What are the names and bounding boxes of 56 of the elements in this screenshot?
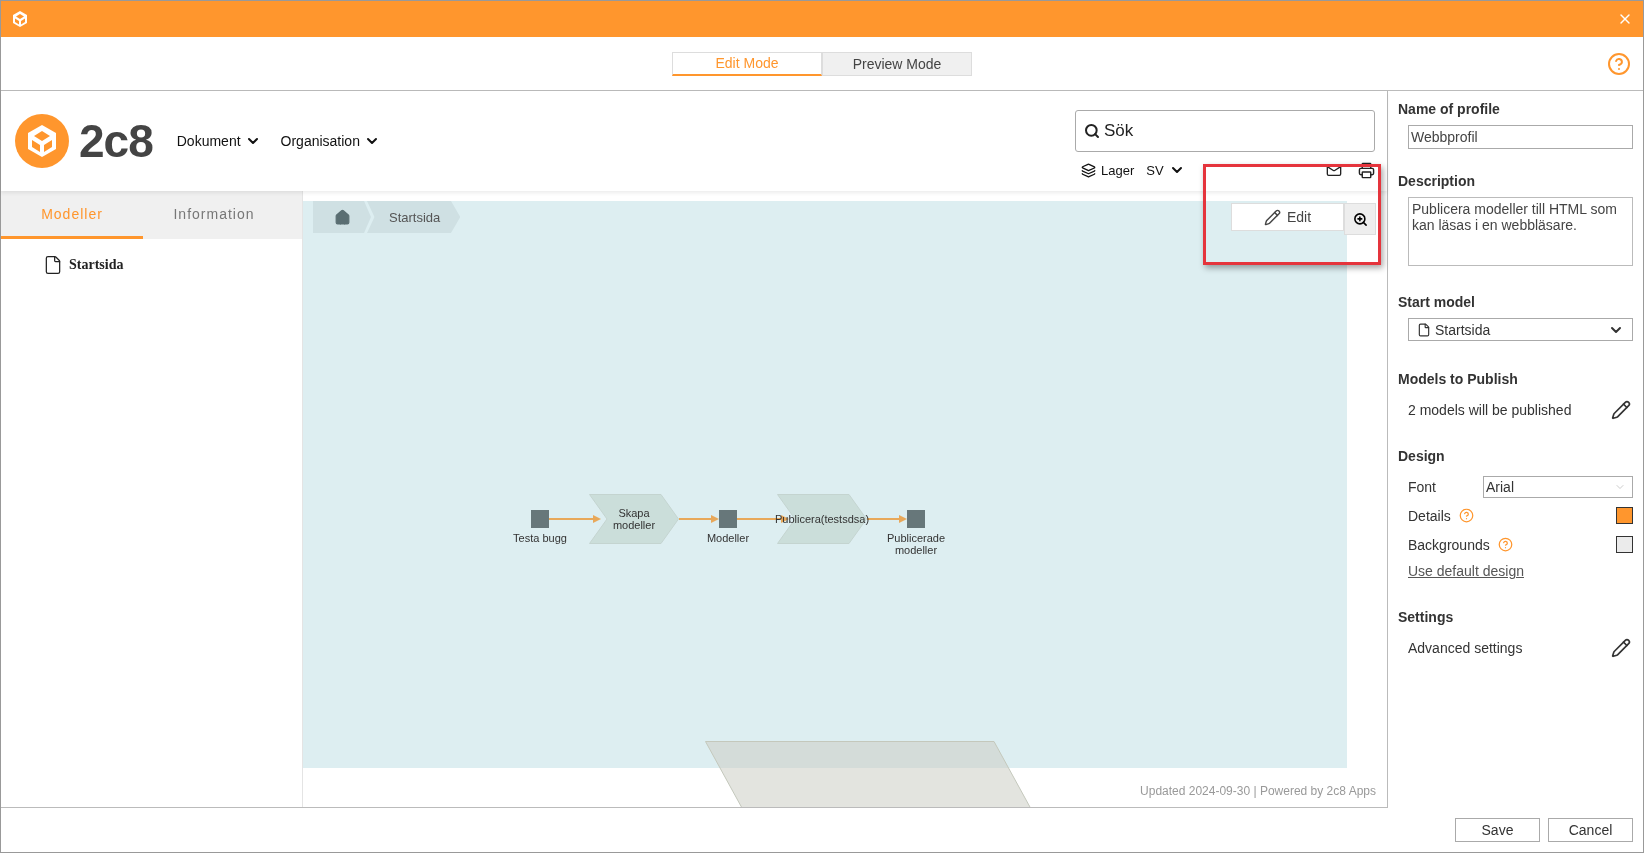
- home-crumb[interactable]: [313, 201, 371, 233]
- section-title: Description: [1398, 173, 1476, 189]
- pencil-icon: [1263, 208, 1281, 226]
- tree-item[interactable]: Startsida: [43, 255, 302, 275]
- node-label: Publicerade modeller: [885, 532, 947, 556]
- menu-item[interactable]: Organisation: [280, 133, 380, 149]
- section-title: Name of profile: [1398, 101, 1501, 117]
- color-label: Details: [1408, 507, 1451, 524]
- language-menu[interactable]: SV: [1146, 162, 1185, 178]
- sidebar-tab[interactable]: Information: [143, 191, 285, 239]
- event-node: [531, 510, 549, 528]
- edit-button[interactable]: Edit: [1231, 203, 1344, 231]
- section-title: Start model: [1398, 294, 1476, 310]
- mode-tab[interactable]: Preview Mode: [822, 51, 972, 76]
- zoom-in-icon: [1352, 211, 1368, 227]
- event-node: [907, 510, 925, 528]
- menu-item[interactable]: Dokument: [176, 133, 261, 149]
- arrow-connector: [867, 515, 907, 523]
- section-title: Settings: [1398, 609, 1455, 625]
- breadcrumb-item[interactable]: Startsida: [367, 201, 461, 233]
- dialog-button[interactable]: Cancel: [1548, 818, 1633, 842]
- profile-name-field[interactable]: Webbprofil: [1408, 125, 1633, 149]
- color-swatch[interactable]: [1616, 507, 1633, 524]
- zoom-button[interactable]: [1344, 203, 1376, 235]
- pencil-icon[interactable]: [1611, 399, 1631, 420]
- font-label: Font: [1408, 478, 1436, 495]
- layers-link[interactable]: Lager: [1081, 162, 1135, 178]
- cube-logo-icon: [11, 10, 29, 28]
- description-field[interactable]: Publicera modeller till HTML som kan läsas i en webbläsare.: [1408, 197, 1633, 266]
- footer-text: Updated 2024-09-30 | Powered by 2c8 Apps: [1140, 784, 1376, 798]
- section-title: Models to Publish: [1398, 371, 1519, 387]
- advanced-settings-text: Advanced settings: [1408, 639, 1523, 656]
- node-label: Testa bugg: [512, 532, 568, 544]
- layers-icon: [1081, 162, 1096, 178]
- arrow-connector: [679, 515, 719, 523]
- search-field[interactable]: Sök: [1075, 109, 1375, 152]
- home-icon: [333, 208, 351, 226]
- cube-logo-icon: [15, 114, 69, 168]
- color-label: Backgrounds: [1408, 536, 1490, 553]
- print-icon[interactable]: [1358, 161, 1375, 179]
- default-design-link[interactable]: Use default design: [1408, 559, 1524, 583]
- event-node: [719, 510, 737, 528]
- search-icon: [1084, 122, 1100, 139]
- arrow-connector: [549, 515, 601, 523]
- start-model-select[interactable]: Startsida: [1408, 318, 1633, 341]
- pencil-icon[interactable]: [1611, 637, 1631, 658]
- node-label: Skapa modeller: [611, 507, 657, 531]
- section-title: Design: [1398, 448, 1446, 464]
- font-select[interactable]: Arial: [1483, 475, 1633, 498]
- document-icon: [1417, 322, 1431, 337]
- dialog-button[interactable]: Save: [1455, 818, 1540, 842]
- logo-text: 2c8: [79, 114, 153, 168]
- node-label: Modeller: [705, 532, 751, 544]
- color-swatch[interactable]: [1616, 536, 1633, 553]
- document-icon: [43, 255, 63, 275]
- models-count-text: 2 models will be published: [1408, 401, 1572, 418]
